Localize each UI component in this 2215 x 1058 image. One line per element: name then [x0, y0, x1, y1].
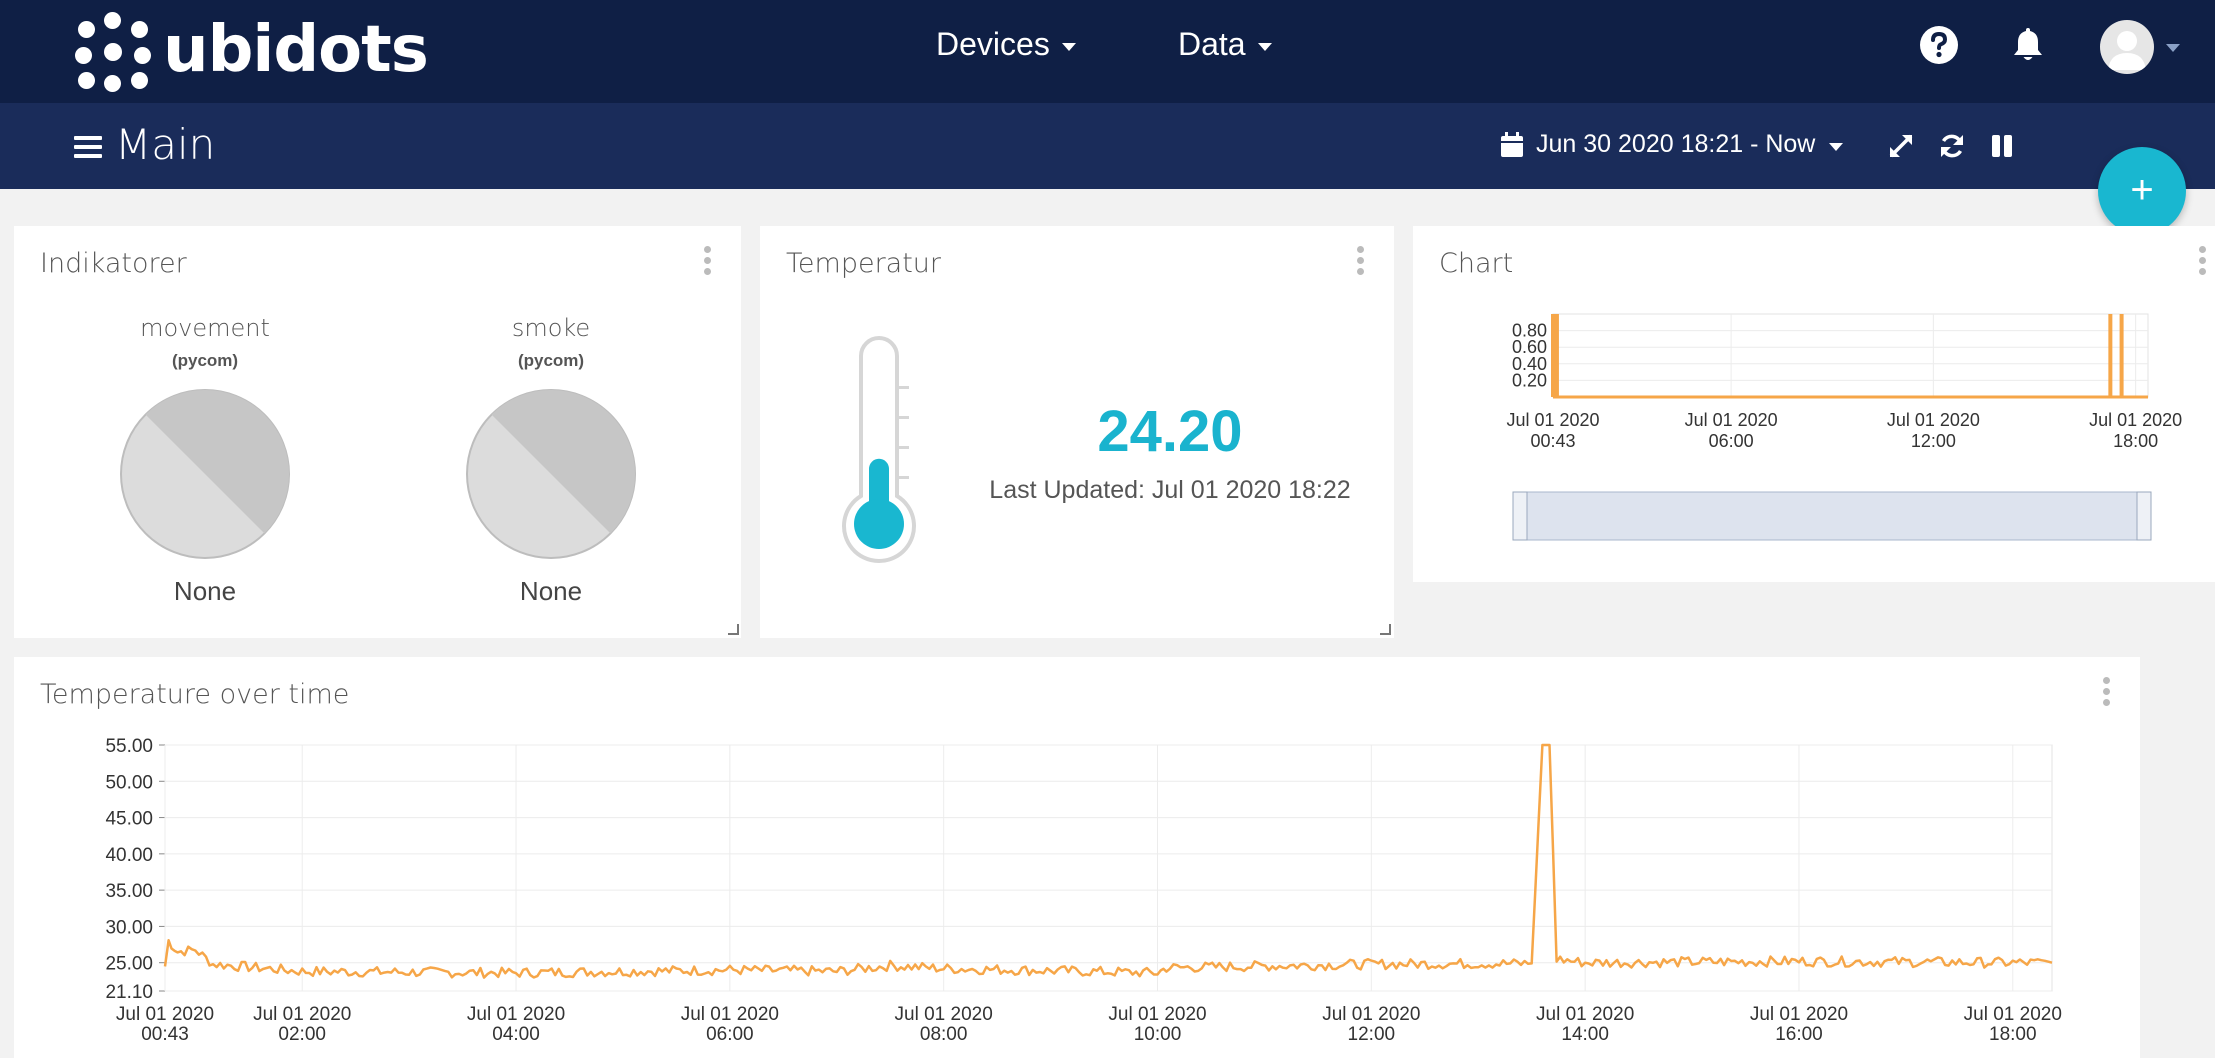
- temperature-line-chart: 55.00 50.00 45.00 40.00 35.00 30.00 25.00 21.10…: [105, 736, 2062, 1045]
- widget-title: Temperatur: [786, 248, 942, 279]
- chart-widget: Chart 0.80 0.60 0.40 0.20 Jul 01 2020 00:43 Ju…: [1413, 226, 2215, 582]
- chevron-down-icon: [1829, 142, 1844, 151]
- indicator-value: None: [519, 576, 583, 606]
- spike-bar: [1554, 314, 1559, 397]
- dashboard-bar: [0, 103, 2215, 189]
- user-avatar[interactable]: [2100, 20, 2154, 74]
- thermometer-icon: [842, 336, 916, 563]
- spike-bar: [2119, 314, 2124, 397]
- spike-bar: [2108, 314, 2113, 397]
- x-tick-label: 12:00: [1911, 431, 1956, 451]
- x-tick-label: Jul 01 2020: [1750, 1004, 1848, 1025]
- temperature-value: 24.20: [1097, 399, 1243, 464]
- temperatur-widget: Temperatur: [760, 226, 1394, 638]
- x-tick-label: 08:00: [920, 1024, 968, 1045]
- pause-icon[interactable]: [1988, 132, 2016, 160]
- resize-handle[interactable]: [728, 624, 739, 635]
- x-tick-label: Jul 01 2020: [1506, 410, 1599, 430]
- x-tick-label: 00:43: [141, 1024, 189, 1045]
- x-tick-label: 04:00: [492, 1024, 540, 1045]
- range-navigator: [1512, 491, 2144, 541]
- y-tick-label: 35.00: [105, 881, 153, 902]
- x-tick-label: Jul 01 2020: [253, 1004, 351, 1025]
- x-tick-label: 12:00: [1348, 1024, 1396, 1045]
- y-tick-label: 40.00: [105, 845, 153, 866]
- plot-area: [164, 744, 2053, 992]
- widget-menu-icon[interactable]: [1357, 246, 1365, 276]
- date-range-picker[interactable]: Jun 30 2020 18:21 - Now: [1500, 130, 1844, 159]
- temperature-over-time-widget: Temperature over time 55.00 50.00 45.00 40.…: [14, 657, 2140, 1058]
- y-tick-label: 25.00: [105, 954, 153, 975]
- x-tick-label: Jul 01 2020: [1887, 410, 1980, 430]
- x-tick-label: Jul 01 2020: [681, 1004, 779, 1025]
- y-tick-label: 45.00: [105, 809, 153, 830]
- indicator-circle: [466, 389, 636, 559]
- expand-icon[interactable]: [1887, 132, 1915, 160]
- top-navbar: ubidots Devices Data: [0, 0, 2215, 103]
- refresh-icon[interactable]: [1938, 132, 1966, 160]
- x-tick-label: 14:00: [1561, 1024, 1609, 1045]
- navigator-left-handle: [1512, 491, 1528, 541]
- date-range-label: Jun 30 2020 18:21 - Now: [1536, 130, 1816, 158]
- binary-chart: 0.800.600.400.20Jul 01 202000:43Jul 01 2…: [1506, 313, 2182, 541]
- chevron-down-icon: [1257, 42, 1272, 51]
- x-tick-label: 02:00: [278, 1024, 326, 1045]
- x-tick-label: Jul 01 2020: [467, 1004, 565, 1025]
- y-tick-label: 21.10: [105, 982, 153, 1003]
- user-menu-chevron-icon[interactable]: [2166, 44, 2180, 52]
- help-icon[interactable]: [1918, 24, 1960, 66]
- nav-devices[interactable]: Devices: [936, 26, 1076, 63]
- x-tick-label: Jul 01 2020: [1536, 1004, 1634, 1025]
- x-tick-label: Jul 01 2020: [1685, 410, 1778, 430]
- plus-icon: +: [2130, 168, 2154, 212]
- x-tick-label: Jul 01 2020: [1108, 1004, 1206, 1025]
- x-tick-label: Jul 01 2020: [116, 1004, 214, 1025]
- nav-devices-label: Devices: [936, 26, 1050, 62]
- x-tick-label: 00:43: [1530, 431, 1575, 451]
- x-tick-label: 16:00: [1775, 1024, 1823, 1045]
- x-tick-label: Jul 01 2020: [1322, 1004, 1420, 1025]
- widget-title: Indikatorer: [40, 248, 187, 279]
- ubidots-logo[interactable]: ubidots: [75, 10, 429, 92]
- add-widget-button[interactable]: +: [2098, 147, 2186, 235]
- dashboard-title: Main: [115, 120, 216, 169]
- x-tick-label: 06:00: [706, 1024, 754, 1045]
- y-tick-label: 0.20: [1512, 370, 1547, 390]
- x-tick-label: Jul 01 2020: [895, 1004, 993, 1025]
- logo-text: ubidots: [163, 13, 429, 87]
- y-tick-label: 30.00: [105, 917, 153, 938]
- x-tick-label: 18:00: [1989, 1024, 2037, 1045]
- menu-hamburger-icon[interactable]: [74, 136, 102, 158]
- x-tick-label: 18:00: [2113, 431, 2158, 451]
- y-tick-label: 50.00: [105, 772, 153, 793]
- x-tick-label: 06:00: [1709, 431, 1754, 451]
- indicator-value: None: [173, 576, 237, 606]
- temperature-series-line: [163, 743, 2053, 979]
- x-tick-label: 10:00: [1134, 1024, 1182, 1045]
- x-tick-label: Jul 01 2020: [2089, 410, 2182, 430]
- last-updated-text: Last Updated: Jul 01 2020 18:22: [989, 476, 1351, 504]
- plot-area: [1552, 313, 2149, 398]
- indicator-label: smoke: [511, 314, 591, 342]
- chevron-down-icon: [1061, 42, 1076, 51]
- nav-data-label: Data: [1178, 26, 1246, 62]
- bell-icon[interactable]: [2007, 24, 2049, 66]
- x-tick-label: Jul 01 2020: [1964, 1004, 2062, 1025]
- logo-dots-icon: [75, 12, 151, 92]
- indicator-circle: [120, 389, 290, 559]
- indicator-label: movement: [140, 314, 270, 342]
- calendar-icon: [1501, 131, 1523, 157]
- widget-menu-icon[interactable]: [704, 246, 712, 276]
- indicator-device: (pycom): [517, 351, 585, 370]
- user-icon: [2108, 31, 2146, 70]
- navigator-right-handle: [2136, 491, 2152, 541]
- indikatorer-widget: Indikatorer movement (pycom) None smoke …: [14, 226, 741, 638]
- nav-data[interactable]: Data: [1178, 26, 1272, 63]
- indicator-device: (pycom): [171, 351, 239, 370]
- y-tick-label: 55.00: [105, 736, 153, 757]
- resize-handle[interactable]: [1380, 624, 1391, 635]
